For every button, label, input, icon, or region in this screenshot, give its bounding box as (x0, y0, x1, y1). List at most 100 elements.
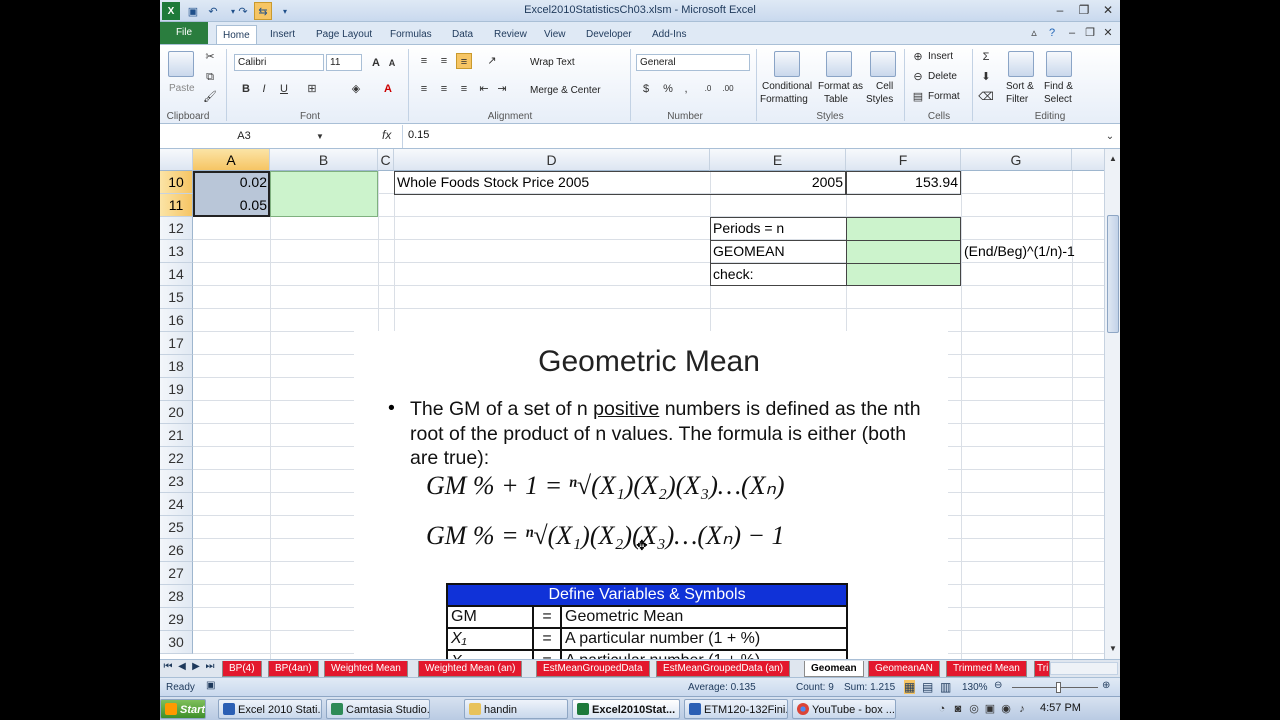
tab-page-layout[interactable]: Page Layout (310, 25, 378, 44)
align-center-icon[interactable]: ≡ (436, 81, 452, 97)
insert-function-button[interactable]: fx (382, 128, 391, 142)
name-box[interactable]: A3 (162, 127, 326, 146)
format-cells-icon[interactable]: ▤ (910, 89, 926, 105)
taskbar-item[interactable]: Excel 2010 Stati... (218, 699, 322, 719)
zoom-slider-track[interactable] (1012, 687, 1098, 688)
minimize-icon[interactable]: – (1048, 1, 1072, 19)
sort-filter-icon[interactable] (1008, 51, 1034, 77)
cell-e13[interactable]: GEOMEAN (713, 240, 785, 263)
zoom-slider-thumb[interactable] (1056, 682, 1061, 693)
orientation-icon[interactable]: ↗ (484, 53, 500, 69)
row-header[interactable]: 17 (160, 332, 193, 355)
formula-input[interactable]: 0.15 (408, 129, 429, 141)
italic-icon[interactable]: I (256, 81, 272, 97)
delete-cells-button[interactable]: Delete (928, 71, 957, 82)
vertical-scroll-thumb[interactable] (1107, 215, 1119, 333)
tab-insert[interactable]: Insert (264, 25, 301, 44)
sort-filter-button-line2[interactable]: Filter (1006, 94, 1028, 105)
row-header[interactable]: 10 (160, 171, 193, 194)
tab-view[interactable]: View (538, 25, 572, 44)
find-select-button[interactable]: Find & (1044, 81, 1073, 92)
font-color-icon[interactable]: A (380, 81, 396, 97)
row-header[interactable]: 12 (160, 217, 193, 240)
find-select-icon[interactable] (1046, 51, 1072, 77)
align-bottom-icon[interactable]: ≡ (456, 53, 472, 69)
cell-a11[interactable]: 0.05 (193, 194, 270, 217)
row-header[interactable]: 24 (160, 493, 193, 516)
tab-formulas[interactable]: Formulas (384, 25, 438, 44)
next-sheet-icon[interactable]: ▶ (190, 661, 202, 672)
number-format-select[interactable]: General (636, 54, 750, 71)
workbook-close-icon[interactable]: ✕ (1100, 25, 1116, 41)
cut-icon[interactable]: ✂ (202, 49, 218, 65)
scroll-up-icon[interactable]: ▲ (1105, 151, 1120, 167)
percent-icon[interactable]: % (660, 81, 676, 97)
font-name-select[interactable]: Calibri (234, 54, 324, 71)
row-header[interactable]: 21 (160, 424, 193, 447)
taskbar-item-active[interactable]: Excel2010Stat... (572, 699, 680, 719)
vertical-scrollbar[interactable]: ▲ ▼ (1104, 149, 1120, 659)
name-box-dropdown-icon[interactable]: ▼ (312, 129, 328, 145)
tray-icon[interactable]: ♪ (1014, 701, 1030, 717)
embedded-slide-image[interactable]: Geometric Mean • The GM of a set of n po… (354, 331, 948, 659)
close-icon[interactable]: ✕ (1096, 1, 1120, 19)
clear-icon[interactable]: ⌫ (978, 89, 994, 105)
minimize-ribbon-icon[interactable]: ▵ (1026, 25, 1042, 41)
tab-file[interactable]: File (160, 22, 208, 44)
insert-cells-icon[interactable]: ⊕ (910, 49, 926, 65)
insert-cells-button[interactable]: Insert (928, 51, 953, 62)
sheet-tab[interactable]: EstMeanGroupedData (an) (656, 661, 791, 677)
column-header-e[interactable]: E (710, 149, 846, 171)
column-header-g[interactable]: G (961, 149, 1072, 171)
paste-button[interactable]: Paste (169, 83, 195, 94)
cell-d10[interactable]: Whole Foods Stock Price 2005 (397, 171, 589, 194)
column-header-f[interactable]: F (846, 149, 961, 171)
row-header[interactable]: 11 (160, 194, 193, 217)
column-header-d[interactable]: D (394, 149, 710, 171)
borders-icon[interactable]: ⊞ (304, 81, 320, 97)
zoom-out-icon[interactable]: ⊖ (994, 680, 1002, 691)
worksheet-grid[interactable]: A B C D E F G 0.02 0.05 Whole Foods Stoc… (160, 149, 1104, 659)
select-all-corner[interactable] (160, 149, 193, 171)
normal-view-icon[interactable]: ▦ (904, 680, 916, 694)
conditional-formatting-icon[interactable] (774, 51, 800, 77)
increase-indent-icon[interactable]: ⇥ (494, 81, 510, 97)
cell-a10[interactable]: 0.02 (193, 171, 270, 194)
wrap-text-button[interactable]: Wrap Text (530, 57, 575, 68)
shrink-font-icon[interactable]: A (384, 55, 400, 71)
row-header[interactable]: 26 (160, 539, 193, 562)
tray-icon[interactable]: ◙ (950, 701, 966, 717)
sort-filter-button[interactable]: Sort & (1006, 81, 1034, 92)
first-sheet-icon[interactable]: ⏮ (162, 661, 174, 672)
fill-color-icon[interactable]: ◈ (348, 81, 364, 97)
grow-font-icon[interactable]: A (368, 55, 384, 71)
bold-icon[interactable]: B (238, 81, 254, 97)
row-header[interactable]: 18 (160, 355, 193, 378)
page-break-view-icon[interactable]: ▥ (940, 680, 951, 694)
format-as-table-icon[interactable] (826, 51, 852, 77)
tray-icon[interactable]: ▣ (982, 701, 998, 717)
cell-e14[interactable]: check: (713, 263, 753, 286)
scroll-down-icon[interactable]: ▼ (1105, 641, 1120, 657)
tray-icon[interactable]: ◔ (934, 701, 950, 717)
paste-icon[interactable] (168, 51, 194, 77)
taskbar-clock[interactable]: 4:57 PM (1040, 702, 1081, 714)
find-select-button-line2[interactable]: Select (1044, 94, 1072, 105)
column-header-b[interactable]: B (270, 149, 378, 171)
decrease-decimal-icon[interactable]: .00 (720, 81, 736, 97)
row-header[interactable]: 15 (160, 286, 193, 309)
zoom-in-icon[interactable]: ⊕ (1102, 680, 1110, 691)
row-header[interactable]: 28 (160, 585, 193, 608)
underline-icon[interactable]: U (276, 81, 292, 97)
sheet-tab[interactable]: Trimmed Mean (946, 661, 1027, 677)
sheet-tab[interactable]: Weighted Mean (324, 661, 408, 677)
sheet-tab[interactable]: GeomeanAN (868, 661, 940, 677)
format-as-table-button[interactable]: Format as (818, 81, 863, 92)
row-header[interactable]: 14 (160, 263, 193, 286)
cell-g13[interactable]: (End/Beg)^(1/n)-1 (964, 240, 1075, 263)
prev-sheet-icon[interactable]: ◀ (176, 661, 188, 672)
align-top-icon[interactable]: ≡ (416, 53, 432, 69)
column-header-a[interactable]: A (193, 149, 270, 171)
row-header[interactable]: 25 (160, 516, 193, 539)
cell-styles-icon[interactable] (870, 51, 896, 77)
